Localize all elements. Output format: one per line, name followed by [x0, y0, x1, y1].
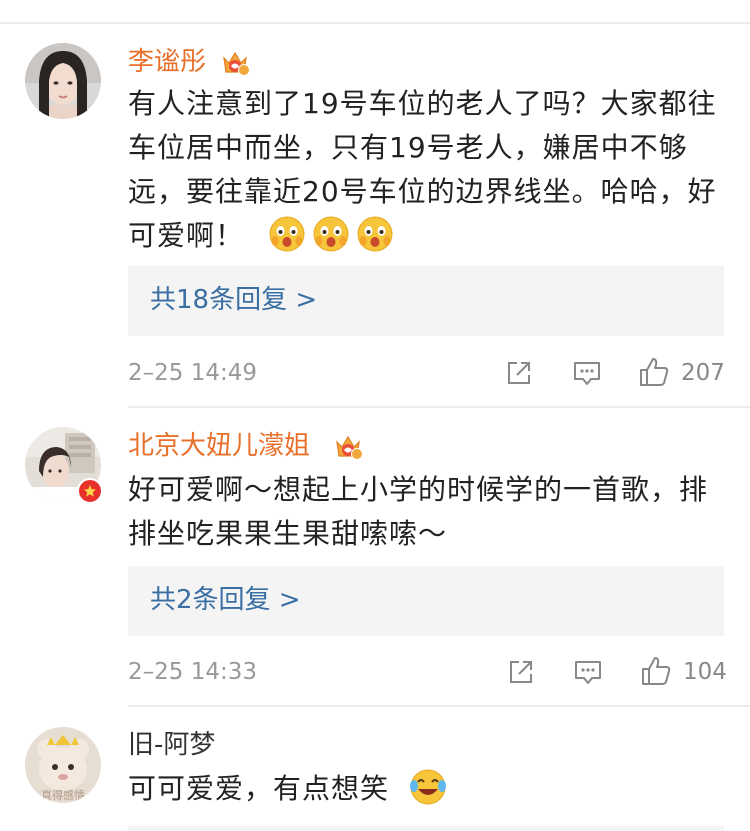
- avatar-caption: 真得感情: [41, 788, 85, 802]
- comment-item: 真得感情 旧-阿梦 可可爱爱，有点想笑: [0, 0, 750, 831]
- username[interactable]: 旧-阿梦: [128, 728, 215, 762]
- comment-body: 可可爱爱，有点想笑: [128, 772, 390, 805]
- comment-text: 可可爱爱，有点想笑: [128, 767, 728, 811]
- comment-feed: 李谧彤 有人注意到了19号车位的老人了吗？大家都往车位居中而坐，只有19号老人，…: [0, 0, 750, 831]
- avatar[interactable]: 真得感情: [25, 727, 101, 803]
- reply-summary[interactable]: [128, 826, 724, 831]
- laughing-crying-emoji: [409, 768, 447, 806]
